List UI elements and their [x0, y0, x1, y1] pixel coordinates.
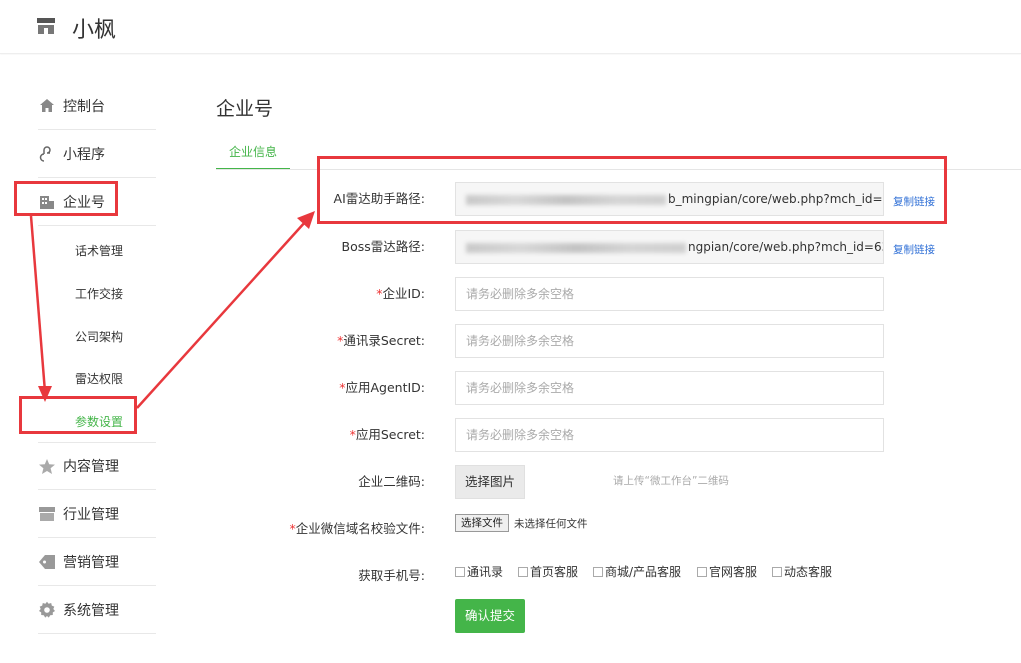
checkbox-mall-service[interactable]: 商城/产品客服: [593, 563, 681, 580]
agent-id-label: *应用AgentID:: [339, 380, 425, 395]
page-title: 企业号: [216, 98, 274, 120]
app-secret-input[interactable]: [455, 418, 884, 452]
sidebar-item-system[interactable]: 系统管理: [38, 586, 156, 634]
sidebar-item-dashboard[interactable]: 控制台: [38, 82, 156, 130]
corp-id-input[interactable]: [455, 277, 884, 311]
file-status-text: 未选择任何文件: [514, 518, 588, 530]
submit-button[interactable]: 确认提交: [455, 599, 525, 633]
boss-radar-path-field[interactable]: ngpian/core/web.php?mch_id=63: [455, 230, 884, 264]
domain-file-label: *企业微信域名校验文件:: [289, 521, 425, 536]
sidebar-subitem-scripts[interactable]: 话术管理: [75, 242, 123, 259]
sidebar-subitem-radar-permission[interactable]: 雷达权限: [75, 370, 123, 387]
sidebar-item-marketing[interactable]: 营销管理: [38, 538, 156, 586]
sidebar-subitem-handover[interactable]: 工作交接: [75, 285, 123, 302]
qrcode-label: 企业二维码:: [358, 474, 425, 489]
choose-image-button[interactable]: 选择图片: [455, 465, 525, 499]
sidebar-item-label: 控制台: [63, 98, 105, 115]
top-header: 小枫: [0, 0, 1021, 54]
store-icon: [37, 18, 55, 34]
sidebar-subitem-org[interactable]: 公司架构: [75, 328, 123, 345]
qrcode-hint: 请上传“微工作台”二维码: [613, 475, 729, 487]
sidebar-item-label: 小程序: [63, 146, 105, 163]
sidebar-item-industry[interactable]: 行业管理: [38, 490, 156, 538]
tag-icon: [38, 553, 56, 571]
sidebar-item-label: 营销管理: [63, 554, 119, 571]
checkbox-contacts[interactable]: 通讯录: [455, 563, 503, 580]
miniprogram-icon: [38, 145, 56, 163]
corp-id-label: *企业ID:: [376, 286, 425, 301]
app-secret-label: *应用Secret:: [349, 427, 425, 442]
annotation-box-params: [19, 396, 137, 434]
sidebar-item-content[interactable]: 内容管理: [38, 442, 156, 490]
brand-name: 小枫: [72, 18, 117, 43]
sidebar-item-miniprogram[interactable]: 小程序: [38, 130, 156, 178]
agent-id-input[interactable]: [455, 371, 884, 405]
checkbox-website-service[interactable]: 官网客服: [697, 563, 757, 580]
star-icon: [38, 457, 56, 475]
phone-label: 获取手机号:: [358, 568, 425, 583]
checkbox-dynamic-service[interactable]: 动态客服: [772, 563, 832, 580]
contacts-secret-label: *通讯录Secret:: [337, 333, 425, 348]
store-icon: [38, 505, 56, 523]
sidebar-item-label: 系统管理: [63, 602, 119, 619]
tab-enterprise-info[interactable]: 企业信息: [216, 140, 290, 170]
annotation-box-ai-radar: [317, 156, 947, 224]
checkbox-home-service[interactable]: 首页客服: [518, 563, 578, 580]
sidebar-item-label: 行业管理: [63, 506, 119, 523]
copy-link-boss-radar[interactable]: 复制链接: [893, 242, 935, 257]
home-icon: [38, 97, 56, 115]
annotation-box-enterprise: [14, 181, 118, 216]
contacts-secret-input[interactable]: [455, 324, 884, 358]
choose-file-button[interactable]: 选择文件: [455, 514, 509, 532]
boss-radar-path-value: ngpian/core/web.php?mch_id=63: [688, 240, 884, 254]
boss-radar-label: Boss雷达路径:: [341, 239, 425, 254]
sidebar-item-label: 内容管理: [63, 459, 119, 475]
blurred-url: [466, 242, 686, 253]
gear-icon: [38, 601, 56, 619]
